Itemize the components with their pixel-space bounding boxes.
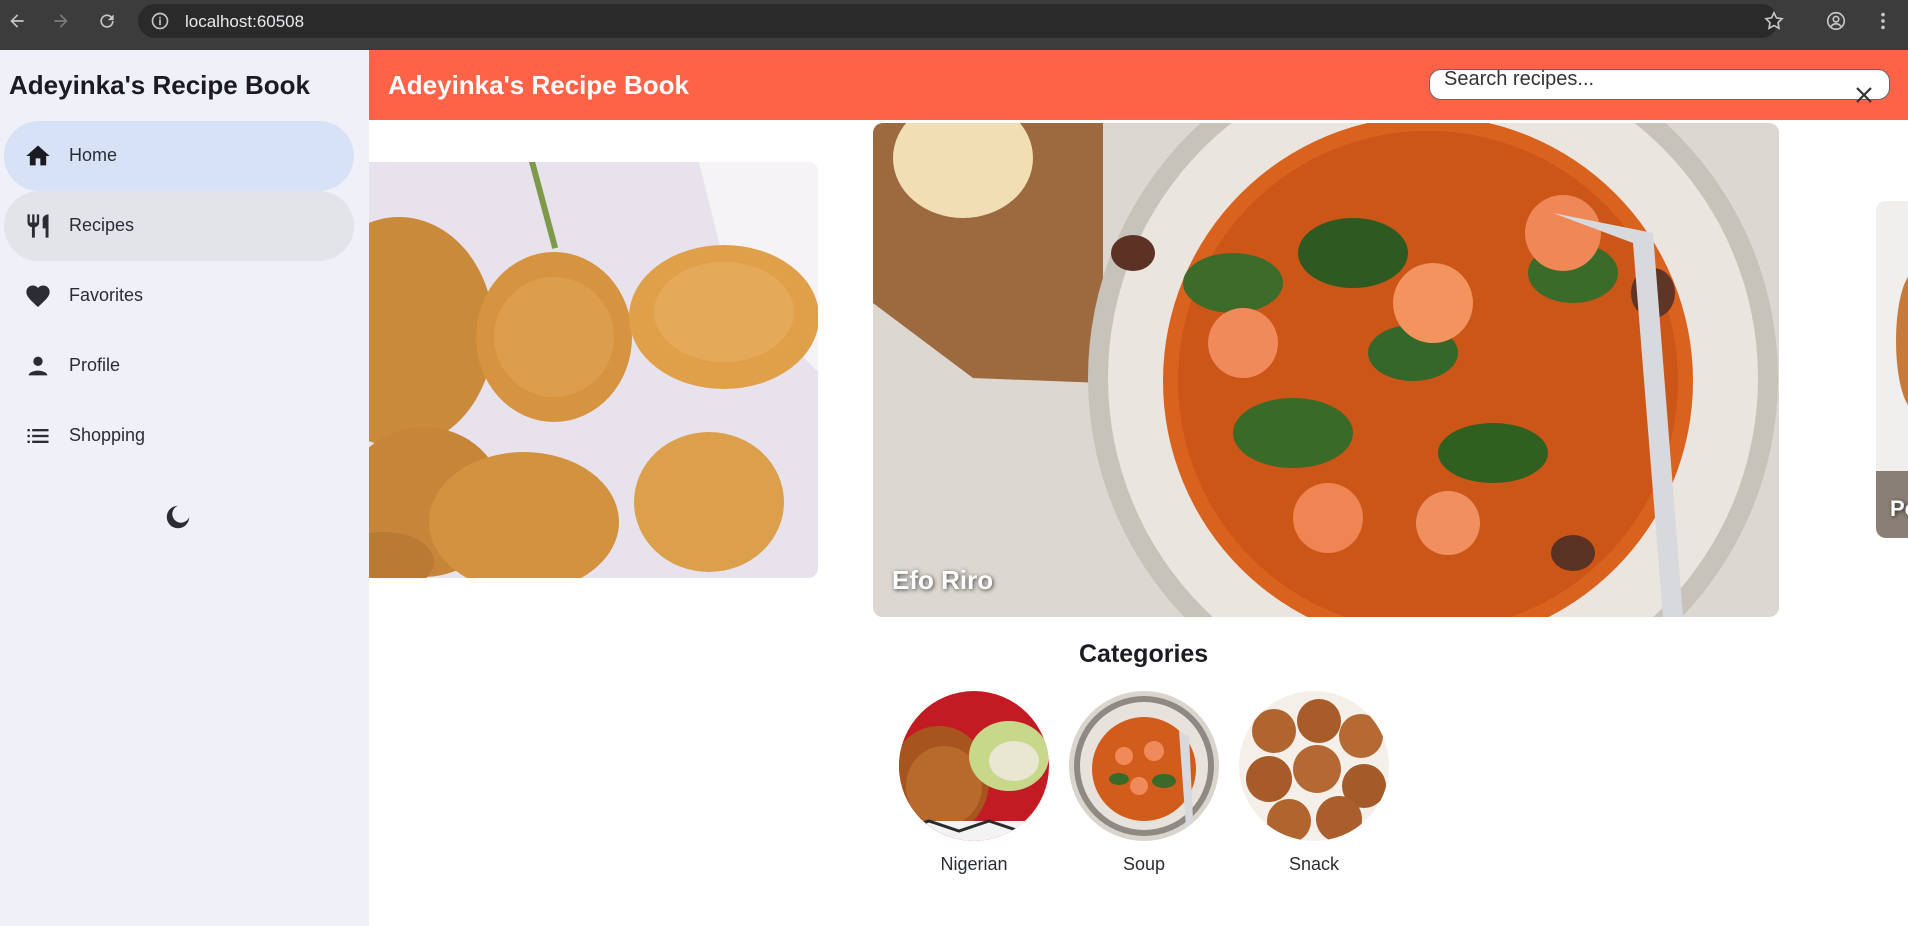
moon-icon[interactable] [163,502,193,532]
sidebar-item-profile[interactable]: Profile [4,331,354,401]
account-icon[interactable] [1823,8,1849,34]
app-bar: Adeyinka's Recipe Book [369,50,1908,120]
efo-riro-stew-photo [873,123,1779,617]
fried-snack-balls-photo [369,162,818,578]
category-label: Nigerian [940,854,1008,874]
info-icon[interactable] [150,11,170,31]
jollof-rice-photo [899,691,1049,841]
list-icon [24,422,52,450]
search-field[interactable] [1429,64,1890,100]
category-label: Snack [1288,854,1340,874]
sidebar-item-label: Shopping [69,425,146,445]
puff-puff-photo [1239,691,1389,841]
home-icon [24,142,52,170]
forward-arrow-icon[interactable] [48,8,74,34]
reload-icon[interactable] [94,8,120,34]
search-input[interactable] [1444,64,1834,94]
menu-kebab-icon[interactable] [1870,8,1896,34]
address-bar[interactable]: localhost:60508 [138,4,1778,38]
navigation-drawer: Adeyinka's Recipe Book Home Recipes Favo… [0,50,369,926]
categories-heading: Categories [1079,640,1209,668]
carousel-card-previous[interactable] [369,162,818,578]
carousel-card-featured[interactable]: Efo Riro [873,123,1779,617]
sidebar-item-label: Home [69,145,118,165]
close-icon[interactable] [1852,83,1876,107]
browser-toolbar: localhost:60508 [0,0,1908,50]
person-icon [24,352,52,380]
sidebar-item-label: Profile [69,355,121,375]
category-label: Soup [1122,854,1166,874]
sidebar-item-home[interactable]: Home [4,121,354,191]
sidebar-item-label: Favorites [69,285,144,305]
back-arrow-icon[interactable] [4,8,30,34]
sidebar-item-shopping[interactable]: Shopping [4,401,354,471]
url-text: localhost:60508 [185,12,305,31]
drawer-title: Adeyinka's Recipe Book [9,70,310,100]
soup-bowl-photo [1069,691,1219,841]
category-snack[interactable]: Snack [1239,691,1389,875]
partial-dish-photo [1876,201,1908,538]
category-nigerian[interactable]: Nigerian [899,691,1049,875]
restaurant-icon [24,212,52,240]
recipe-title: Efo Riro [892,565,994,595]
category-soup[interactable]: Soup [1069,691,1219,875]
sidebar-item-recipes[interactable]: Recipes [4,191,354,261]
carousel-card-next[interactable]: Po [1876,201,1908,538]
sidebar-item-label: Recipes [69,215,135,235]
heart-icon [24,282,52,310]
star-icon[interactable] [1761,8,1787,34]
sidebar-item-favorites[interactable]: Favorites [4,261,354,331]
recipe-title: Po [1890,496,1908,521]
page-title: Adeyinka's Recipe Book [388,70,689,100]
